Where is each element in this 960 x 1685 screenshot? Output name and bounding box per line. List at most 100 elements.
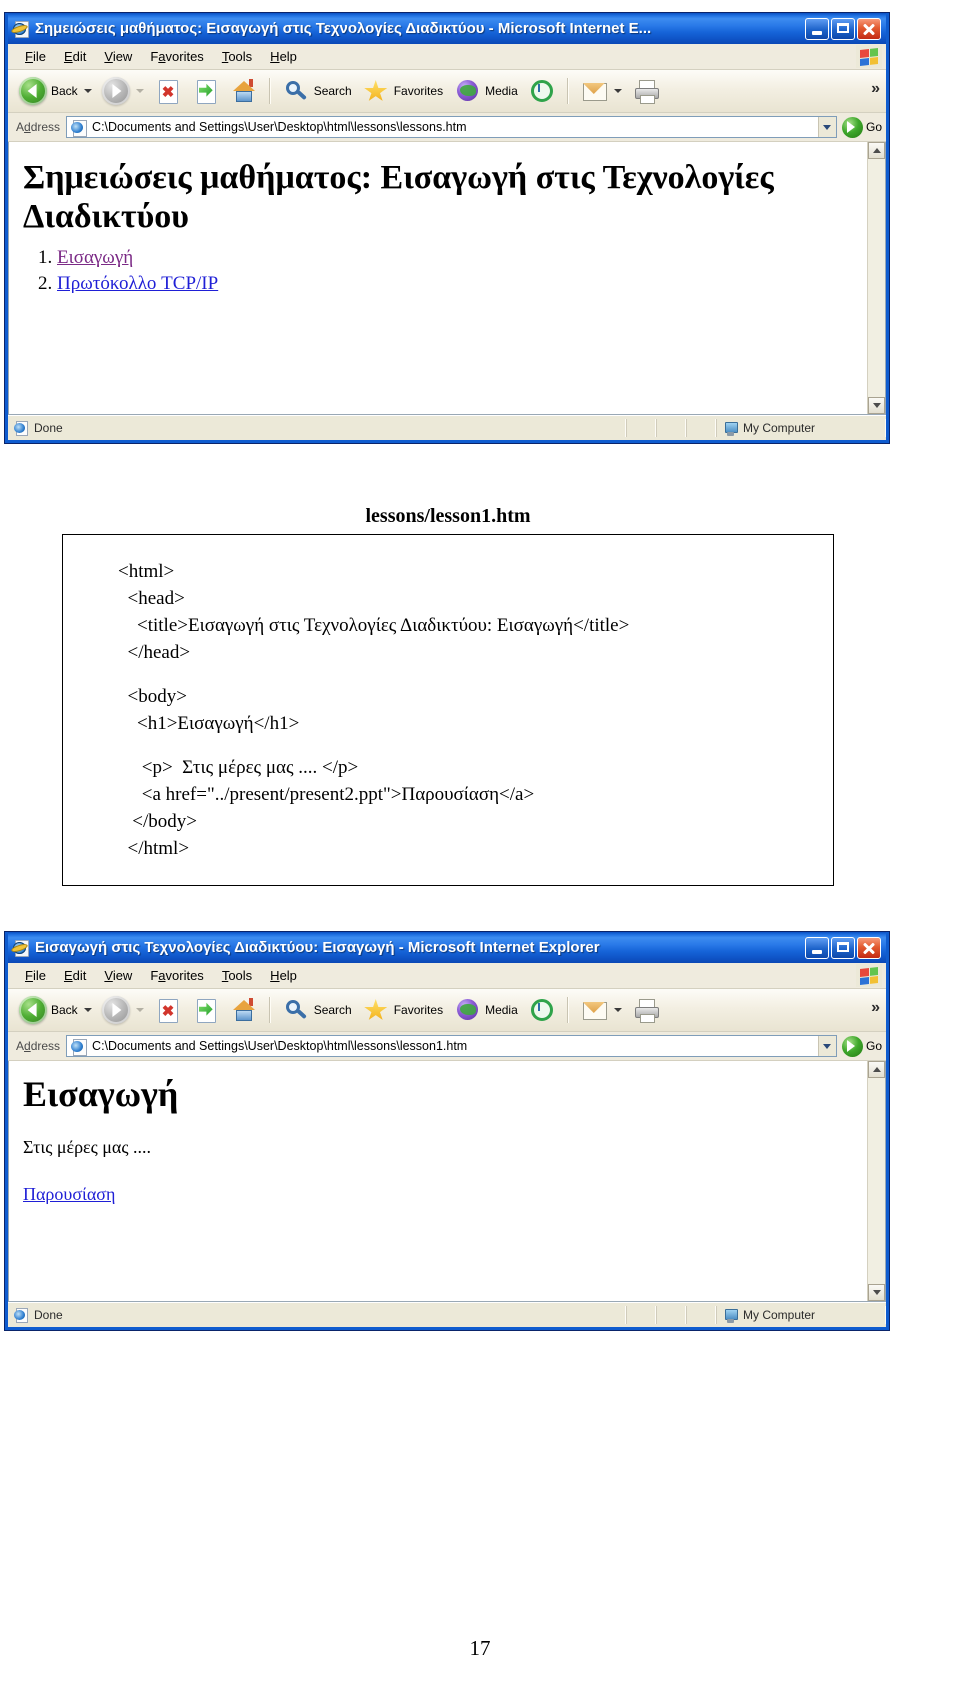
link-eisagogi[interactable]: Εισαγωγή [57, 247, 133, 268]
menu-item-tools[interactable]: Tools [213, 966, 261, 985]
list-item: Πρωτόκολλο TCP/IP [57, 273, 853, 295]
mail-button[interactable] [575, 994, 627, 1026]
address-bar[interactable]: Address C:\Documents and Settings\User\D… [8, 113, 886, 142]
menu-item-favorites[interactable]: Favorites [141, 966, 212, 985]
maximize-button[interactable] [831, 936, 855, 959]
lesson-link-list: Εισαγωγή Πρωτόκολλο TCP/IP [23, 247, 853, 295]
favorites-button[interactable]: Favorites [357, 75, 448, 107]
scroll-down-arrow-icon[interactable] [868, 1284, 885, 1301]
menu-item-view[interactable]: View [95, 47, 141, 66]
page-content: Εισαγωγή Στις μέρες μας .... Παρουσίαση [9, 1061, 867, 1301]
menu-item-file[interactable]: File [16, 47, 55, 66]
scroll-up-arrow-icon[interactable] [868, 1061, 885, 1078]
titlebar[interactable]: Σημειώσεις μαθήματος: Εισαγωγή στις Τεχν… [8, 13, 886, 44]
back-button[interactable]: Back [14, 994, 97, 1026]
toolbar[interactable]: Back ✖ Search Favorites Media » [8, 989, 886, 1032]
favorites-button[interactable]: Favorites [357, 994, 448, 1026]
menu-item-view[interactable]: View [95, 966, 141, 985]
print-button[interactable] [627, 75, 665, 107]
media-button[interactable]: Media [448, 75, 523, 107]
menu-item-file[interactable]: File [16, 966, 55, 985]
scroll-up-arrow-icon[interactable] [868, 142, 885, 159]
home-button[interactable] [225, 75, 263, 107]
menu-item-edit[interactable]: Edit [55, 47, 95, 66]
back-button[interactable]: Back [14, 75, 97, 107]
close-button[interactable] [857, 17, 881, 40]
code-line: </html> [118, 837, 190, 859]
scroll-down-arrow-icon[interactable] [868, 397, 885, 414]
printer-icon [632, 996, 660, 1024]
status-text: Done [34, 421, 63, 435]
mail-button[interactable] [575, 75, 627, 107]
forward-arrow-icon [101, 77, 130, 105]
toolbar-overflow-chevron-icon[interactable]: » [871, 80, 880, 98]
maximize-button[interactable] [831, 17, 855, 40]
browser-window-lessons[interactable]: Σημειώσεις μαθήματος: Εισαγωγή στις Τεχν… [4, 12, 890, 444]
go-button[interactable]: Go [841, 1035, 882, 1057]
home-icon [230, 996, 258, 1024]
stop-icon: ✖ [154, 996, 182, 1024]
toolbar-separator-2 [566, 78, 569, 104]
forward-button[interactable] [97, 75, 149, 107]
menu-item-tools[interactable]: Tools [213, 47, 261, 66]
address-input[interactable]: C:\Documents and Settings\User\Desktop\h… [66, 1035, 837, 1057]
code-line: <p> Στις μέρες μας .... </p> [118, 756, 359, 778]
go-button[interactable]: Go [841, 116, 882, 138]
toolbar[interactable]: Back ✖ Search Favorites Media » [8, 70, 886, 113]
forward-arrow-icon [101, 996, 130, 1024]
back-label: Back [51, 1003, 78, 1017]
back-dropdown-caret-icon[interactable] [83, 1008, 92, 1012]
menu-item-help[interactable]: Help [261, 966, 306, 985]
page-viewport: Σημειώσεις μαθήματος: Εισαγωγή στις Τεχν… [8, 142, 886, 415]
window-title: Σημειώσεις μαθήματος: Εισαγωγή στις Τεχν… [35, 20, 652, 37]
close-button[interactable] [857, 936, 881, 959]
address-bar[interactable]: Address C:\Documents and Settings\User\D… [8, 1032, 886, 1061]
history-button[interactable] [523, 994, 561, 1026]
code-line: <body> [118, 685, 187, 707]
search-button[interactable]: Search [277, 994, 357, 1026]
browser-window-lesson1[interactable]: Εισαγωγή στις Τεχνολογίες Διαδικτύου: Ει… [4, 931, 890, 1331]
menu-item-favorites[interactable]: Favorites [141, 47, 212, 66]
menu-item-edit[interactable]: Edit [55, 966, 95, 985]
menubar[interactable]: File Edit View Favorites Tools Help [8, 44, 886, 70]
vertical-scrollbar[interactable] [867, 1061, 885, 1301]
link-tcpip[interactable]: Πρωτόκολλο TCP/IP [57, 273, 218, 294]
address-dropdown-button[interactable] [817, 1036, 836, 1056]
stop-button[interactable]: ✖ [149, 994, 187, 1026]
ie-app-icon [12, 20, 30, 38]
forward-dropdown-caret-icon[interactable] [135, 1008, 144, 1012]
refresh-button[interactable] [187, 994, 225, 1026]
minimize-button[interactable] [805, 936, 829, 959]
forward-button[interactable] [97, 994, 149, 1026]
mail-dropdown-caret-icon[interactable] [613, 89, 622, 93]
window-controls[interactable] [805, 17, 883, 40]
titlebar[interactable]: Εισαγωγή στις Τεχνολογίες Διαδικτύου: Ει… [8, 932, 886, 963]
status-pane-1 [626, 1306, 656, 1324]
refresh-icon [192, 996, 220, 1024]
vertical-scrollbar[interactable] [867, 142, 885, 414]
search-button[interactable]: Search [277, 75, 357, 107]
go-arrow-icon [841, 1035, 863, 1057]
mail-dropdown-caret-icon[interactable] [613, 1008, 622, 1012]
home-button[interactable] [225, 994, 263, 1026]
forward-dropdown-caret-icon[interactable] [135, 89, 144, 93]
history-button[interactable] [523, 75, 561, 107]
back-arrow-icon [19, 77, 47, 105]
link-parousiasi[interactable]: Παρουσίαση [23, 1184, 115, 1204]
address-dropdown-button[interactable] [817, 117, 836, 137]
window-controls[interactable] [805, 936, 883, 959]
address-input[interactable]: C:\Documents and Settings\User\Desktop\h… [66, 116, 837, 138]
security-zone-label: My Computer [743, 1308, 816, 1322]
stop-button[interactable]: ✖ [149, 75, 187, 107]
menu-item-help[interactable]: Help [261, 47, 306, 66]
status-pane-2 [656, 1306, 686, 1324]
back-dropdown-caret-icon[interactable] [83, 89, 92, 93]
refresh-button[interactable] [187, 75, 225, 107]
code-line: <head> [118, 587, 185, 609]
toolbar-overflow-chevron-icon[interactable]: » [871, 999, 880, 1017]
minimize-button[interactable] [805, 17, 829, 40]
window-title: Εισαγωγή στις Τεχνολογίες Διαδικτύου: Ει… [35, 939, 600, 956]
media-button[interactable]: Media [448, 994, 523, 1026]
print-button[interactable] [627, 994, 665, 1026]
menubar[interactable]: File Edit View Favorites Tools Help [8, 963, 886, 989]
